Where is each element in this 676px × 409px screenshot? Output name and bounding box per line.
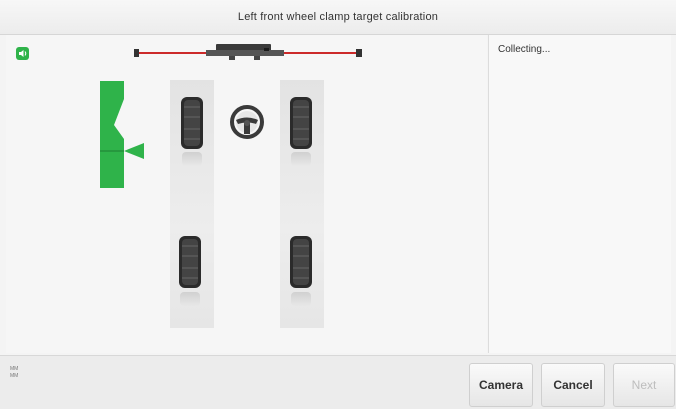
status-text: Collecting... [498, 44, 551, 55]
page-title: Left front wheel clamp target calibratio… [237, 11, 439, 23]
steering-wheel-icon [230, 105, 264, 139]
title-bar: Left front wheel clamp target calibratio… [0, 0, 676, 35]
status-panel: Collecting... [488, 35, 671, 353]
camera-button[interactable]: Camera [469, 363, 533, 407]
bottom-toolbar: MM MM Camera Cancel Next [0, 355, 676, 409]
wheel-reflection [180, 292, 200, 306]
wheel-clamp-target-beam-icon [134, 44, 362, 60]
toe-gauge [100, 81, 144, 188]
speaker-icon[interactable] [16, 47, 29, 60]
front-left-wheel-icon [181, 97, 203, 149]
rear-left-wheel-icon [179, 236, 201, 288]
alignment-view [6, 35, 487, 353]
wheel-reflection [291, 292, 311, 306]
unit-line: MM [10, 366, 19, 372]
unit-line: MM [10, 373, 19, 379]
cancel-button[interactable]: Cancel [541, 363, 605, 407]
rear-right-wheel-icon [290, 236, 312, 288]
wheel-reflection [291, 152, 311, 166]
next-button[interactable]: Next [613, 363, 675, 407]
unit-readout: MM MM [10, 366, 18, 380]
wheel-reflection [182, 152, 202, 166]
front-right-wheel-icon [290, 97, 312, 149]
calibration-screen: Left front wheel clamp target calibratio… [0, 0, 676, 409]
